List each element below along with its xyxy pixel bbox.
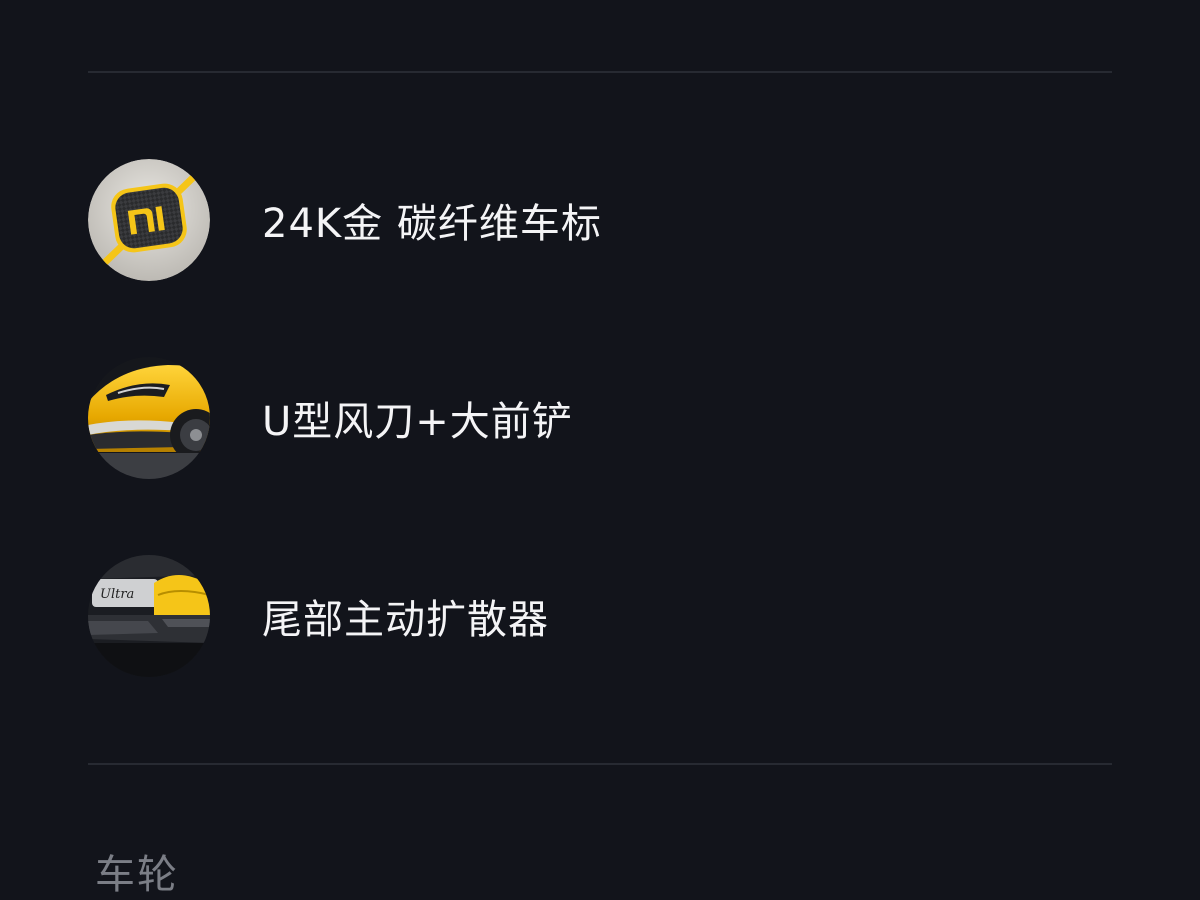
- bottom-divider: [88, 763, 1112, 765]
- feature-label: 尾部主动扩散器: [262, 597, 549, 643]
- svg-text:Ultra: Ultra: [100, 587, 134, 602]
- rear-diffuser-icon: Ultra: [88, 555, 210, 677]
- feature-item-carbon-badge[interactable]: 24K金 碳纤维车标: [88, 158, 988, 282]
- feature-item-rear-diffuser[interactable]: Ultra 尾部主动扩散器: [88, 554, 988, 678]
- feature-list: 24K金 碳纤维车标 U型风刀+大前铲 Ultra 尾部主动扩散器: [0, 0, 1200, 760]
- feature-label: U型风刀+大前铲: [262, 399, 573, 445]
- xiaomi-badge-icon: [88, 159, 210, 281]
- feature-item-front-splitter[interactable]: U型风刀+大前铲: [88, 356, 988, 480]
- front-splitter-icon: [88, 357, 210, 479]
- section-title-wheels: 车轮: [95, 852, 179, 898]
- feature-label: 24K金 碳纤维车标: [262, 201, 602, 247]
